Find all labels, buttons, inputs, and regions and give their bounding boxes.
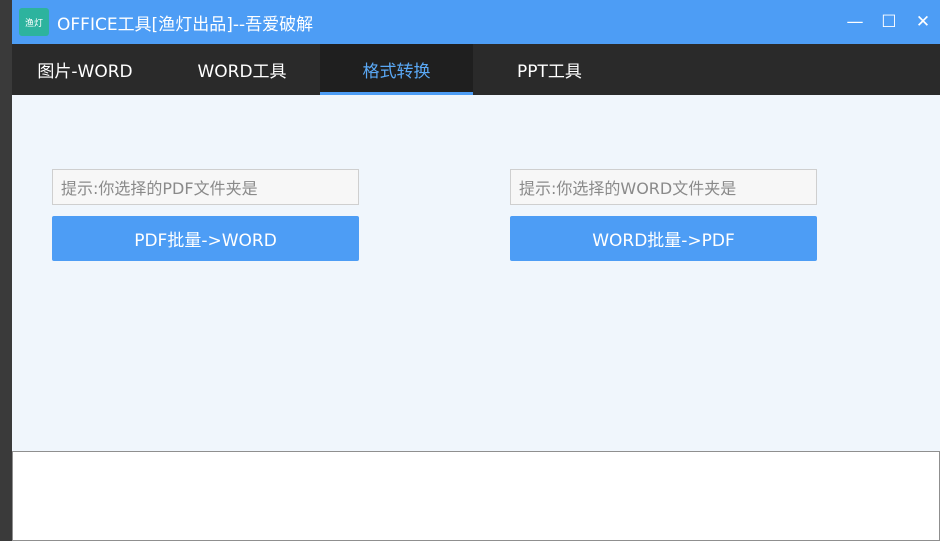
pdf-to-word-button[interactable]: PDF批量->WORD <box>52 216 359 261</box>
title-bar[interactable]: 渔灯 OFFICE工具[渔灯出品]--吾爱破解 — ☐ ✕ <box>12 0 940 44</box>
app-icon-text: 渔灯 <box>24 18 43 29</box>
pdf-folder-input[interactable]: 提示:你选择的PDF文件夹是 <box>52 169 359 205</box>
window-title: OFFICE工具[渔灯出品]--吾爱破解 <box>57 14 314 35</box>
tab-bar: 图片-WORD WORD工具 格式转换 PPT工具 <box>12 44 940 95</box>
window-controls: — ☐ ✕ <box>838 0 940 44</box>
word-folder-input[interactable]: 提示:你选择的WORD文件夹是 <box>510 169 817 205</box>
minimize-button[interactable]: — <box>838 0 872 44</box>
close-button[interactable]: ✕ <box>906 0 940 44</box>
app-icon: 渔灯 <box>19 8 49 36</box>
log-output-box[interactable] <box>12 451 940 541</box>
tab-word-tools[interactable]: WORD工具 <box>172 44 312 95</box>
tab-image-word[interactable]: 图片-WORD <box>12 44 158 95</box>
word-to-pdf-button[interactable]: WORD批量->PDF <box>510 216 817 261</box>
app-window: 渔灯 OFFICE工具[渔灯出品]--吾爱破解 — ☐ ✕ 图片-WORD WO… <box>12 0 940 541</box>
maximize-button[interactable]: ☐ <box>872 0 906 44</box>
tab-ppt-tools[interactable]: PPT工具 <box>473 44 626 95</box>
tab-format-convert[interactable]: 格式转换 <box>320 44 473 95</box>
